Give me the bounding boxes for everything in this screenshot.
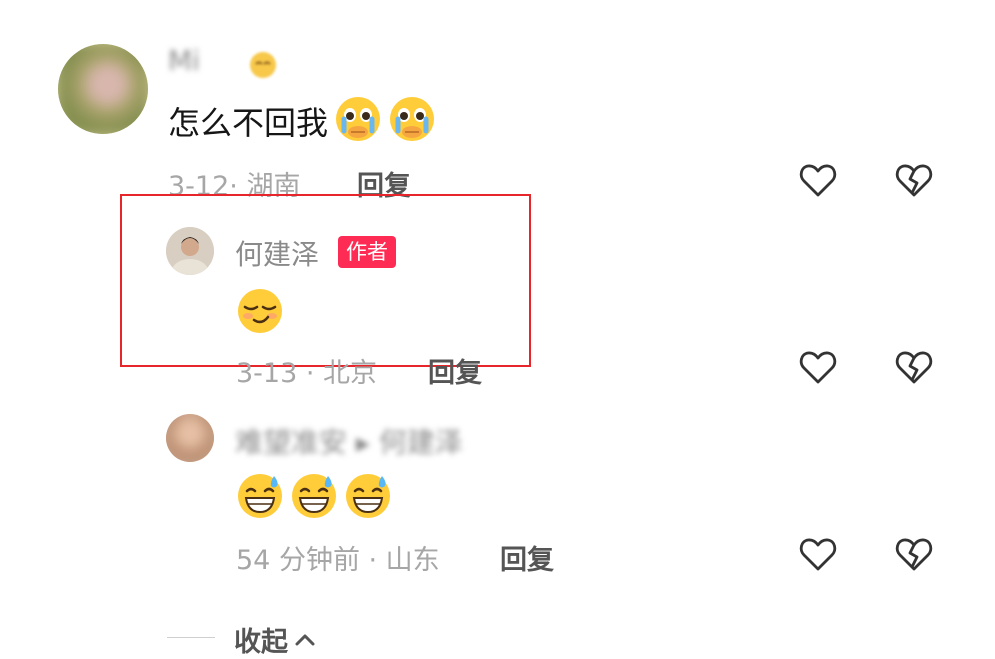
like-button[interactable] [796, 345, 840, 389]
comment-username[interactable]: Mi [168, 44, 200, 77]
avatar[interactable] [58, 44, 148, 134]
highlight-box [120, 194, 531, 367]
reply-meta: 3-13 · 北京 [236, 358, 378, 389]
comment-text: 怎么不回我 [168, 104, 329, 142]
collapse-divider [167, 637, 215, 638]
reply-username[interactable]: 难望准安 ▸ 何建泽 [235, 421, 463, 461]
dislike-button[interactable] [892, 345, 936, 389]
avatar[interactable] [166, 414, 214, 462]
comment-text-row: 怎么不回我 [168, 96, 436, 146]
heart-outline-icon [799, 538, 837, 571]
reply-username[interactable]: 何建泽 [235, 233, 319, 273]
author-badge: 作者 [338, 236, 396, 268]
broken-heart-icon [895, 164, 933, 197]
heart-outline-icon [799, 351, 837, 384]
heart-outline-icon [799, 164, 837, 197]
crying-pleading-emoji [334, 95, 382, 147]
grinning-sweat-emoji [236, 472, 284, 520]
smirk-emoji [236, 287, 284, 335]
dislike-button[interactable] [892, 158, 936, 202]
reply-emoji-row [236, 472, 392, 520]
crying-pleading-emoji [388, 95, 436, 147]
grinning-sweat-emoji [290, 472, 338, 520]
username-sticker-icon [246, 48, 280, 82]
reply-button[interactable]: 回复 [428, 351, 482, 390]
reply-meta: 54 分钟前 · 山东 [236, 545, 440, 576]
broken-heart-icon [895, 538, 933, 571]
broken-heart-icon [895, 351, 933, 384]
like-button[interactable] [796, 158, 840, 202]
dislike-button[interactable] [892, 532, 936, 576]
grinning-sweat-emoji [344, 472, 392, 520]
chevron-up-icon [292, 627, 318, 653]
like-button[interactable] [796, 532, 840, 576]
avatar[interactable] [166, 227, 214, 275]
collapse-label: 收起 [234, 627, 288, 658]
collapse-button[interactable]: 收起 [234, 620, 318, 659]
reply-button[interactable]: 回复 [500, 538, 554, 577]
